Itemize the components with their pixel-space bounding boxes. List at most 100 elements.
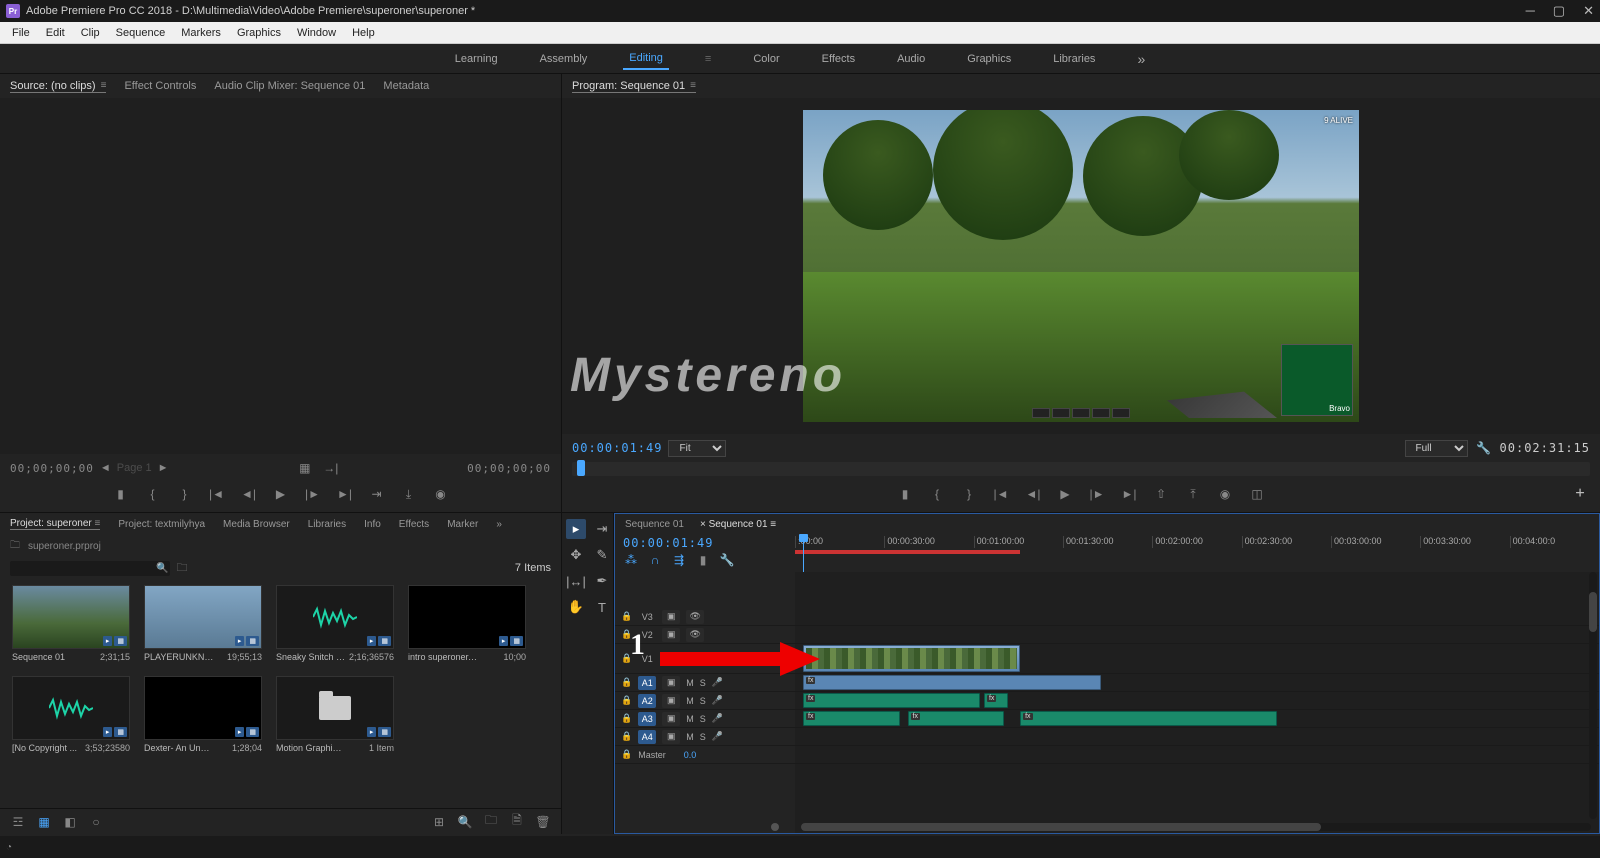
src-play-icon[interactable]: ▶ <box>271 484 291 504</box>
mic-icon[interactable]: 🎤 <box>712 695 723 706</box>
timeline-hscroll[interactable] <box>801 823 1591 831</box>
ws-learning[interactable]: Learning <box>449 49 504 69</box>
add-marker-icon[interactable]: ⇶ <box>671 552 687 568</box>
tab-info[interactable]: Info <box>364 519 381 530</box>
track-header-a2[interactable]: 🔒A2▣MS🎤 <box>615 692 795 710</box>
ripple-tool-icon[interactable]: ✥ <box>566 545 586 565</box>
item-thumbnail[interactable]: ▸▦ <box>12 676 130 740</box>
eye-icon[interactable]: 👁 <box>686 610 704 624</box>
ws-effects[interactable]: Effects <box>816 49 861 69</box>
audio-clip[interactable]: fx <box>803 711 899 726</box>
project-item[interactable]: ▸▦Sequence 012;31;15 <box>12 585 130 662</box>
list-view-icon[interactable]: ☲ <box>10 814 26 830</box>
lane-master[interactable] <box>795 746 1599 764</box>
prog-step-back-icon[interactable]: ◄| <box>1023 484 1043 504</box>
playhead-icon[interactable] <box>577 460 585 476</box>
prog-in-icon[interactable]: { <box>927 484 947 504</box>
audio-clip[interactable]: fx <box>1020 711 1277 726</box>
prog-marker-icon[interactable]: ▮ <box>895 484 915 504</box>
linked-selection-icon[interactable]: ∩ <box>647 552 663 568</box>
project-item[interactable]: ▸▦intro superoner.mp410;00 <box>408 585 526 662</box>
settings-icon[interactable]: 🔧 <box>1474 438 1494 458</box>
lane-a1[interactable]: fx <box>795 674 1599 692</box>
src-step-back-icon[interactable]: ◄| <box>239 484 259 504</box>
timeline-vscroll[interactable] <box>1589 572 1597 819</box>
lock-icon[interactable]: 🔒 <box>621 713 632 724</box>
source-tc-left[interactable]: 00;00;00;00 <box>10 462 94 475</box>
tl-marker-icon[interactable]: ▮ <box>695 552 711 568</box>
program-scrubber[interactable] <box>572 462 1590 476</box>
snap-icon[interactable]: ⁂ <box>623 552 639 568</box>
ws-libraries[interactable]: Libraries <box>1047 49 1101 69</box>
find-icon[interactable]: 🔍 <box>457 814 473 830</box>
hand-tool-icon[interactable]: ✋ <box>566 597 586 617</box>
track-target[interactable]: A1 <box>638 676 656 690</box>
lock-icon[interactable]: 🔒 <box>621 731 632 742</box>
lane-a3[interactable]: fx fx fx <box>795 710 1599 728</box>
tab-libraries[interactable]: Libraries <box>308 519 346 530</box>
prog-extract-icon[interactable]: ⤒ <box>1183 484 1203 504</box>
source-monitor[interactable] <box>0 98 561 454</box>
selection-tool-icon[interactable]: ▸ <box>566 519 586 539</box>
track-header-v3[interactable]: 🔒V3▣👁 <box>615 608 795 626</box>
track-header-v1[interactable]: 🔒V1▣👁 <box>615 644 795 674</box>
track-target[interactable]: A3 <box>638 712 656 726</box>
item-thumbnail[interactable]: ▸▦ <box>408 585 526 649</box>
lock-icon[interactable]: 🔒 <box>621 677 632 688</box>
item-thumbnail[interactable]: ▸▦ <box>144 676 262 740</box>
track-select-tool-icon[interactable]: ⇥ <box>592 519 612 539</box>
item-thumbnail[interactable]: ▸▦ <box>276 676 394 740</box>
track-header-master[interactable]: 🔒Master0.0 <box>615 746 795 764</box>
track-header-v2[interactable]: 🔒V2▣👁 <box>615 626 795 644</box>
ws-assembly[interactable]: Assembly <box>534 49 594 69</box>
minimize-button[interactable]: ─ <box>1526 3 1535 19</box>
src-in-icon[interactable]: { <box>143 484 163 504</box>
prog-play-icon[interactable]: ▶ <box>1055 484 1075 504</box>
project-item[interactable]: ▸▦[No Copyright ...3;53;23580 <box>12 676 130 753</box>
folder-icon[interactable]: 🗀 <box>176 559 187 578</box>
video-clip[interactable] <box>803 645 1020 672</box>
ws-graphics[interactable]: Graphics <box>961 49 1017 69</box>
track-target[interactable]: A4 <box>638 730 656 744</box>
menu-file[interactable]: File <box>4 25 38 41</box>
zoom-out-icon[interactable] <box>771 823 779 831</box>
ws-overflow-icon[interactable]: » <box>1131 47 1151 71</box>
audio-clip[interactable]: fx <box>984 693 1008 708</box>
prog-out-icon[interactable]: } <box>959 484 979 504</box>
ws-audio[interactable]: Audio <box>891 49 931 69</box>
lock-icon[interactable]: 🔒 <box>621 695 632 706</box>
source-patch-icon[interactable]: ▣ <box>662 628 680 642</box>
lane-a2[interactable]: fx fx <box>795 692 1599 710</box>
timeline-tab-1[interactable]: Sequence 01 <box>625 519 684 530</box>
lock-icon[interactable]: 🔒 <box>621 629 632 640</box>
lane-a4[interactable] <box>795 728 1599 746</box>
project-search-input[interactable] <box>10 561 170 576</box>
src-step-fwd-icon[interactable]: |► <box>303 484 323 504</box>
lane-v1[interactable] <box>795 644 1599 674</box>
tab-media-browser[interactable]: Media Browser <box>223 519 290 530</box>
lane-v3[interactable] <box>795 608 1599 626</box>
prog-export-frame-icon[interactable]: ◉ <box>1215 484 1235 504</box>
program-tc-left[interactable]: 00:00:01:49 <box>572 441 662 455</box>
maximize-button[interactable]: ▢ <box>1553 3 1565 19</box>
tl-settings-icon[interactable]: 🔧 <box>719 552 735 568</box>
new-item-icon[interactable]: 🗎 <box>509 814 525 830</box>
src-marker-icon[interactable]: ▮ <box>111 484 131 504</box>
timeline-tc[interactable]: 00:00:01:49 <box>623 536 787 550</box>
source-page-next-icon[interactable]: ► <box>158 462 169 474</box>
panel-menu-icon[interactable]: ≡ <box>101 80 107 91</box>
menu-help[interactable]: Help <box>344 25 383 41</box>
timeline-ruler[interactable]: :00:0000:00:30:0000:01:00:0000:01:30:000… <box>795 536 1599 570</box>
prog-button-editor-icon[interactable]: + <box>1570 484 1590 504</box>
program-monitor[interactable]: 9 ALIVE Bravo <box>562 98 1600 434</box>
source-patch-icon[interactable]: ▣ <box>662 712 680 726</box>
mic-icon[interactable]: 🎤 <box>712 677 723 688</box>
menu-edit[interactable]: Edit <box>38 25 73 41</box>
track-area[interactable]: fx fx fx fx fx fx <box>795 572 1599 833</box>
program-resolution-select[interactable]: Full <box>1405 440 1468 457</box>
tabs-overflow-icon[interactable]: » <box>496 519 502 530</box>
lane-v2[interactable] <box>795 626 1599 644</box>
eye-icon[interactable]: 👁 <box>686 628 704 642</box>
new-bin-icon[interactable]: 🗀 <box>483 814 499 830</box>
timeline-tab-2[interactable]: × Sequence 01 ≡ <box>700 519 776 530</box>
